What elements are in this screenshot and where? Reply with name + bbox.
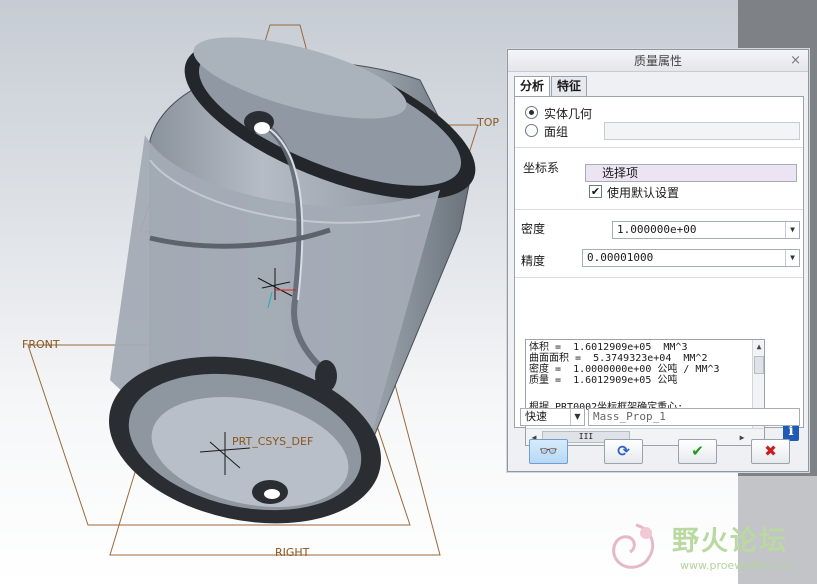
tab-analysis[interactable]: 分析 [514, 76, 551, 97]
precision-input[interactable]: 0.00001000 ▼ [582, 249, 800, 267]
cancel-button[interactable]: ✖ [751, 439, 790, 464]
use-default-checkbox[interactable]: ✔ [589, 185, 602, 198]
precision-label: 精度 [521, 254, 546, 268]
density-label: 密度 [521, 222, 546, 236]
result-line: 体积 = 1.6012909e+05 MM^3 [529, 342, 688, 353]
vertical-scroll-thumb[interactable] [754, 356, 764, 374]
forum-watermark: 野火论坛 www.proewildfire.cn [600, 515, 815, 581]
dialog-title: 质量属性 [633, 54, 682, 68]
mode-value: 快速 [525, 410, 547, 423]
watermark-title: 野火论坛 [672, 526, 788, 557]
quilt-radio[interactable] [525, 124, 538, 137]
watermark-logo [612, 523, 655, 569]
repaint-button[interactable]: ⟳ [604, 439, 643, 464]
use-default-label: 使用默认设置 [607, 186, 680, 200]
plane-label-right: RIGHT [275, 546, 310, 559]
analysis-name-input[interactable]: Mass_Prop_1 [588, 408, 800, 426]
tab-strip: 分析 特征 [514, 76, 588, 97]
scroll-up-icon[interactable]: ▲ [753, 341, 764, 352]
coord-sys-label: 坐标系 [523, 161, 560, 175]
tab-feature[interactable]: 特征 [551, 76, 588, 96]
analysis-panel: 实体几何 面组 坐标系 选择项 ✔ 使用默认设置 密度 1.000000e+00… [514, 96, 804, 446]
ok-button[interactable]: ✔ [678, 439, 717, 464]
plane-label-top: TOP [477, 116, 500, 129]
scroll-right-icon[interactable]: ▶ [736, 432, 748, 443]
density-value: 1.000000e+00 [617, 223, 697, 236]
csys-label: PRT_CSYS_DEF [232, 435, 314, 448]
result-line: 质量 = 1.6012909e+05 公吨 [529, 375, 678, 386]
result-line: 曲面面积 = 5.3749323e+04 MM^2 [529, 353, 708, 364]
watermark-url: www.proewildfire.cn [680, 559, 791, 572]
quilt-selector [604, 122, 800, 140]
result-line: 密度 = 1.0000000e+00 公吨 / MM^3 [529, 364, 720, 375]
chevron-down-icon[interactable]: ▼ [570, 409, 584, 425]
dialog-title-bar[interactable]: 质量属性 × [508, 50, 808, 72]
chevron-down-icon[interactable]: ▼ [785, 222, 799, 238]
precision-value: 0.00001000 [587, 251, 654, 264]
solid-geometry-radio[interactable] [525, 106, 538, 119]
preview-button[interactable]: 👓 [529, 439, 568, 464]
quilt-label: 面组 [544, 125, 569, 139]
density-input[interactable]: 1.000000e+00 ▼ [612, 221, 800, 239]
mass-properties-dialog: 质量属性 × 分析 特征 实体几何 面组 坐标系 选择项 ✔ 使用默认设置 密度… [507, 49, 809, 472]
plane-label-front: FRONT [22, 338, 60, 351]
mode-select[interactable]: 快速 ▼ [520, 408, 585, 426]
close-icon[interactable]: × [790, 50, 801, 72]
solid-geometry-label: 实体几何 [544, 107, 593, 121]
results-text-area[interactable]: 体积 = 1.6012909e+05 MM^3 曲面面积 = 5.3749323… [525, 339, 765, 446]
coord-sys-selector[interactable]: 选择项 [585, 164, 797, 182]
chevron-down-icon[interactable]: ▼ [785, 250, 799, 266]
